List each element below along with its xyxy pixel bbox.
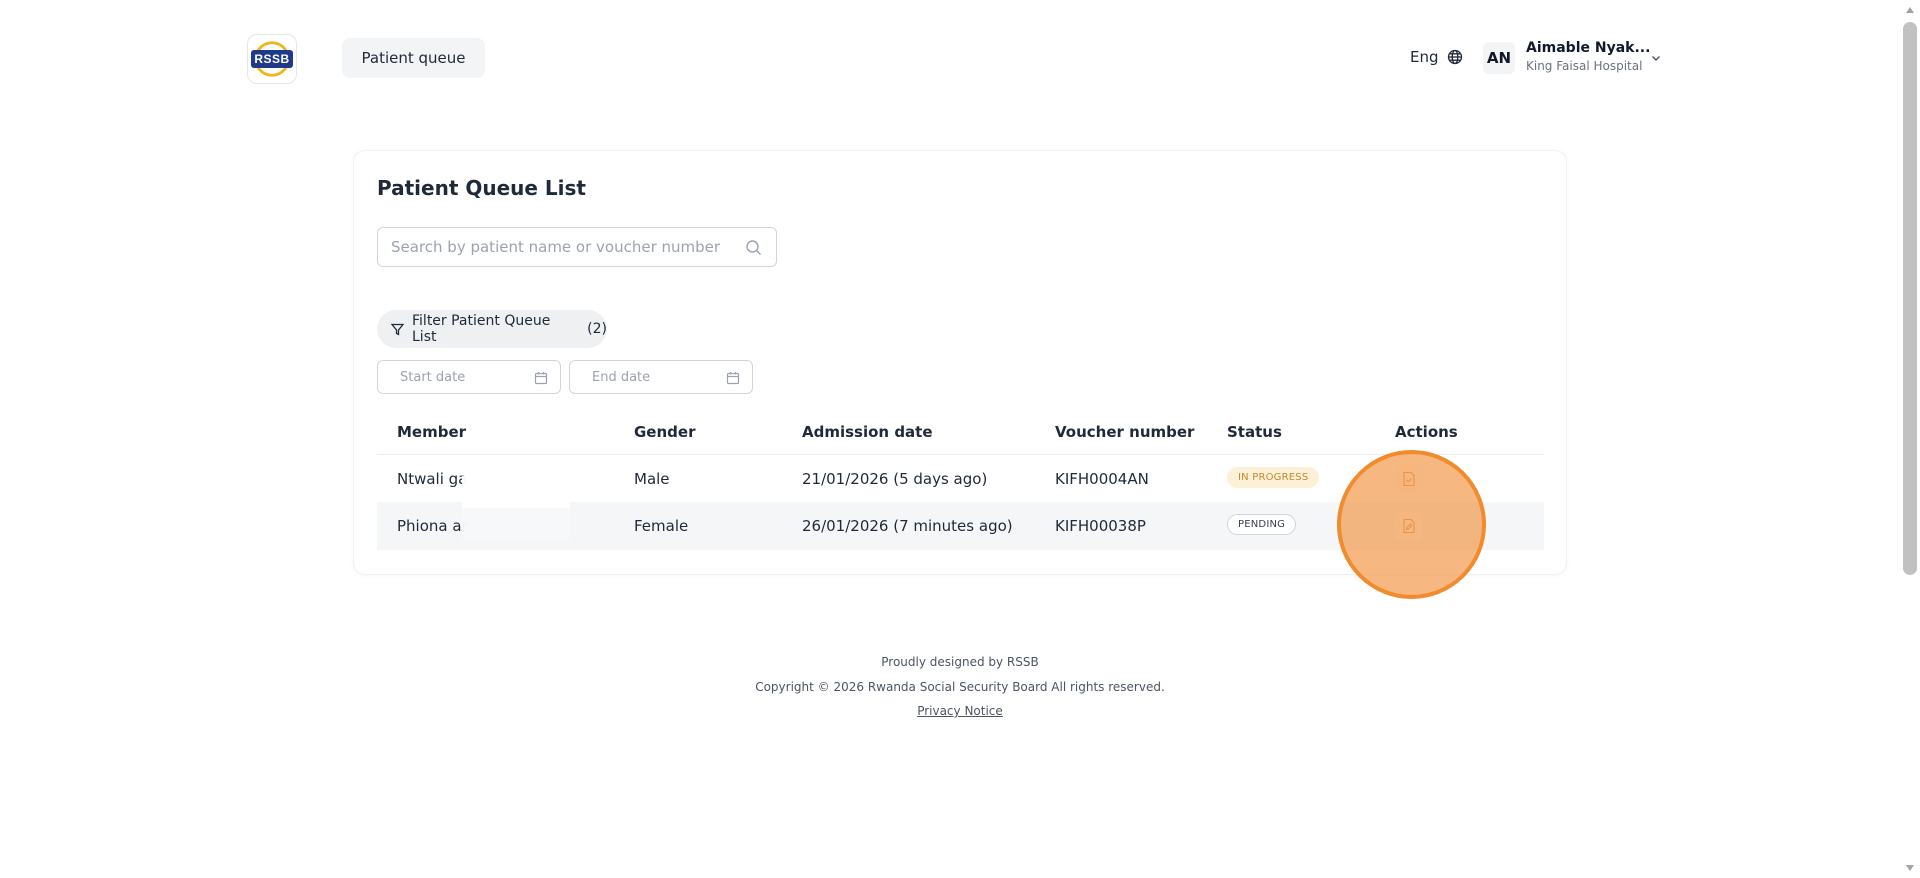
footer-copyright: Copyright © 2026 Rwanda Social Security … <box>755 680 1165 694</box>
column-header-admission-date: Admission date <box>802 423 933 441</box>
chevron-down-icon[interactable] <box>1650 52 1662 64</box>
redacted-area <box>462 476 570 540</box>
status-badge: PENDING <box>1227 514 1297 535</box>
language-label: Eng <box>1410 48 1439 66</box>
filter-queue-button[interactable]: Filter Patient Queue List (2) <box>377 310 607 348</box>
footer-privacy: Privacy Notice <box>0 704 1920 718</box>
privacy-notice-link[interactable]: Privacy Notice <box>917 704 1003 718</box>
scroll-up-icon[interactable] <box>1903 4 1917 16</box>
search-box <box>377 227 777 267</box>
filter-label: Filter Patient Queue List <box>412 313 551 345</box>
end-date-placeholder: End date <box>592 369 651 385</box>
nav-patient-queue[interactable]: Patient queue <box>342 38 485 78</box>
calendar-icon <box>534 372 548 385</box>
admission-date: 21/01/2026 (5 days ago) <box>802 470 988 488</box>
gender: Male <box>634 470 670 488</box>
status-badge: IN PROGRESS <box>1227 467 1320 488</box>
footer-designed-by: Proudly designed by RSSB <box>881 655 1039 669</box>
column-header-status: Status <box>1227 423 1282 441</box>
search-input[interactable] <box>391 228 731 266</box>
globe-icon <box>1447 49 1462 65</box>
rssb-logo[interactable]: RSSB <box>247 34 297 84</box>
filter-icon <box>391 323 404 336</box>
voucher-number: KIFH0004AN <box>1055 470 1149 488</box>
gender: Female <box>634 517 689 535</box>
scroll-down-icon[interactable] <box>1903 862 1917 874</box>
column-header-voucher-number: Voucher number <box>1055 423 1195 441</box>
column-header-actions: Actions <box>1395 423 1458 441</box>
search-icon[interactable] <box>745 239 762 256</box>
column-header-gender: Gender <box>634 423 696 441</box>
logo-text: RSSB <box>251 50 293 68</box>
member-name: Ntwali ga <box>397 470 468 488</box>
admission-date: 26/01/2026 (7 minutes ago) <box>802 517 1013 535</box>
start-date-placeholder: Start date <box>400 369 466 385</box>
logo-emblem: RSSB <box>251 39 293 79</box>
start-date-picker[interactable]: Start date <box>377 360 561 394</box>
scrollbar-thumb[interactable] <box>1903 22 1917 575</box>
user-name[interactable]: Aimable Nyak... <box>1526 40 1650 56</box>
member-name: Phiona ar <box>397 517 468 535</box>
page-title: Patient Queue List <box>377 176 586 200</box>
language-switcher[interactable]: Eng <box>1410 48 1463 66</box>
calendar-icon <box>726 372 740 385</box>
column-header-member: Member <box>397 423 467 441</box>
click-indicator <box>1337 450 1486 599</box>
filter-count: (2) <box>587 321 608 337</box>
voucher-number: KIFH00038P <box>1055 517 1146 535</box>
user-avatar[interactable]: AN <box>1483 42 1515 74</box>
end-date-picker[interactable]: End date <box>569 360 753 394</box>
user-organization: King Faisal Hospital <box>1526 59 1643 73</box>
